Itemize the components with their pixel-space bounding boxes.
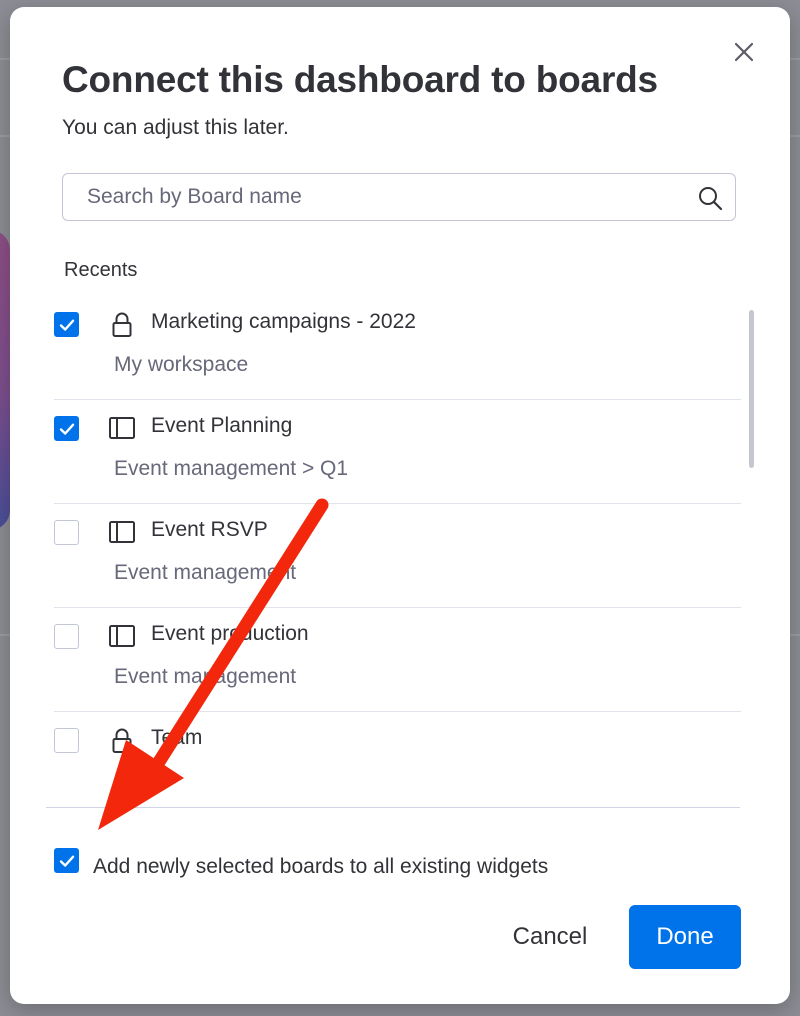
board-list: Marketing campaigns - 2022 My workspace … (54, 296, 741, 780)
dialog-title: Connect this dashboard to boards (62, 59, 658, 100)
lock-icon (112, 728, 132, 753)
board-checkbox[interactable] (54, 312, 79, 337)
list-item[interactable]: Event Planning Event management > Q1 (54, 400, 741, 504)
board-workspace: Event management > Q1 (114, 457, 349, 480)
checkmark-icon (59, 319, 75, 331)
board-name: Team (151, 726, 203, 749)
list-item[interactable]: Event RSVP Event management (54, 504, 741, 608)
search-icon[interactable] (697, 185, 723, 211)
board-name: Marketing campaigns - 2022 (151, 310, 416, 333)
checkmark-icon (59, 855, 75, 867)
recents-label: Recents (64, 259, 138, 281)
search-box (62, 173, 736, 221)
backdrop-graphic (0, 230, 10, 530)
list-scrollbar[interactable] (749, 310, 754, 468)
board-icon (109, 625, 135, 647)
board-workspace: Events (114, 769, 178, 780)
add-to-widgets-label[interactable]: Add newly selected boards to all existin… (93, 855, 548, 879)
board-name: Event RSVP (151, 518, 268, 541)
cancel-button[interactable]: Cancel (490, 905, 610, 969)
add-to-widgets-checkbox[interactable] (54, 848, 79, 873)
list-item[interactable]: Team Events (54, 712, 741, 780)
board-workspace: Event management (114, 561, 297, 584)
done-button[interactable]: Done (629, 905, 741, 969)
search-input[interactable] (63, 174, 707, 219)
footer-divider (46, 807, 740, 808)
lock-icon (112, 312, 132, 337)
board-icon (109, 417, 135, 439)
list-item[interactable]: Event production Event management (54, 608, 741, 712)
dialog-subtitle: You can adjust this later. (62, 116, 289, 139)
close-icon[interactable] (732, 40, 756, 64)
board-workspace: My workspace (114, 353, 249, 376)
board-icon (109, 521, 135, 543)
checkmark-icon (59, 423, 75, 435)
board-checkbox[interactable] (54, 520, 79, 545)
board-name: Event production (151, 622, 309, 645)
board-workspace: Event management (114, 665, 297, 688)
board-checkbox[interactable] (54, 624, 79, 649)
board-checkbox[interactable] (54, 728, 79, 753)
board-checkbox[interactable] (54, 416, 79, 441)
list-item[interactable]: Marketing campaigns - 2022 My workspace (54, 296, 741, 400)
board-name: Event Planning (151, 414, 293, 437)
